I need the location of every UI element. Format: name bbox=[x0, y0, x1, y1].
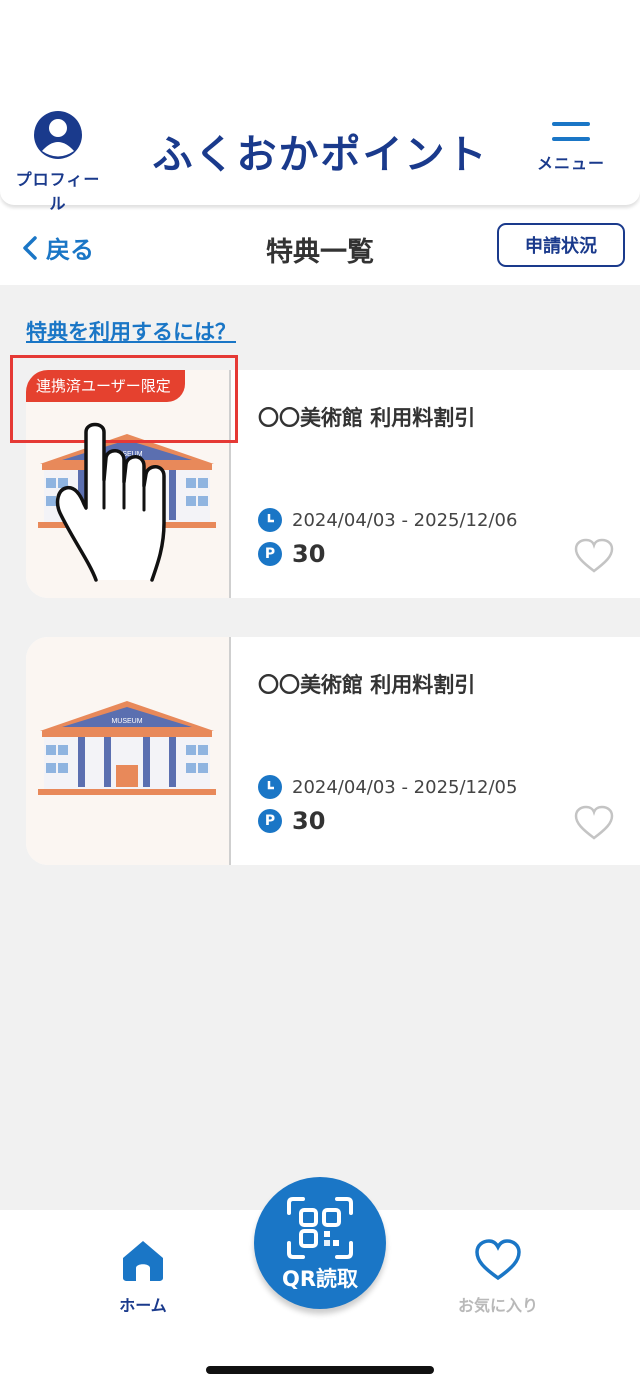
clock-icon bbox=[258, 508, 282, 532]
benefit-period-text: 2024/04/03 - 2025/12/05 bbox=[292, 776, 518, 798]
card-divider bbox=[229, 637, 231, 865]
qr-scan-button[interactable]: QR読取 bbox=[254, 1177, 386, 1309]
benefit-points-value: 30 bbox=[292, 807, 326, 835]
museum-illustration: MUSEUM bbox=[38, 701, 216, 795]
benefit-period: 2024/04/03 - 2025/12/05 bbox=[258, 775, 517, 799]
nav-favorites[interactable]: お気に入り bbox=[448, 1238, 548, 1316]
clock-icon bbox=[258, 775, 282, 799]
qr-scan-icon bbox=[287, 1197, 353, 1259]
benefit-period-text: 2024/04/03 - 2025/12/06 bbox=[292, 509, 518, 531]
app-header: プロフィール ふくおかポイント メニュー bbox=[0, 100, 640, 213]
profile-button[interactable]: プロフィール bbox=[8, 110, 108, 214]
hand-pointer-icon bbox=[55, 422, 166, 582]
point-icon: P bbox=[258, 809, 282, 833]
menu-button[interactable]: メニュー bbox=[530, 122, 612, 174]
benefit-image-area: MUSEUM bbox=[26, 637, 230, 865]
heart-icon[interactable] bbox=[574, 805, 614, 841]
nav-favorites-label: お気に入り bbox=[457, 1296, 538, 1315]
benefit-points-value: 30 bbox=[292, 540, 326, 568]
museum-sign-text: MUSEUM bbox=[111, 718, 142, 725]
benefit-card[interactable]: MUSEUM 〇〇美術館 利用料割引 2024/04/03 - 2025/12/… bbox=[26, 637, 640, 865]
nav-home[interactable]: ホーム bbox=[90, 1238, 196, 1316]
home-indicator bbox=[206, 1366, 434, 1374]
heart-icon[interactable] bbox=[574, 538, 614, 574]
benefit-points: P 30 bbox=[258, 540, 325, 568]
qr-scan-label: QR読取 bbox=[281, 1267, 359, 1291]
heart-icon bbox=[475, 1239, 521, 1281]
point-icon: P bbox=[258, 542, 282, 566]
benefit-period: 2024/04/03 - 2025/12/06 bbox=[258, 508, 517, 532]
app-logo: ふくおかポイント bbox=[152, 132, 489, 178]
sub-navigation: 戻る 特典一覧 申請状況 bbox=[0, 218, 640, 278]
profile-label: プロフィール bbox=[15, 170, 101, 213]
nav-home-label: ホーム bbox=[119, 1296, 167, 1315]
how-to-use-link[interactable]: 特典を利用するには？ bbox=[26, 316, 236, 346]
benefit-title: 〇〇美術館 利用料割引 bbox=[258, 406, 476, 430]
benefit-points: P 30 bbox=[258, 807, 325, 835]
home-icon bbox=[123, 1241, 163, 1281]
benefit-title: 〇〇美術館 利用料割引 bbox=[258, 673, 476, 697]
application-status-button[interactable]: 申請状況 bbox=[497, 223, 625, 267]
menu-label: メニュー bbox=[536, 154, 605, 173]
profile-icon bbox=[34, 111, 82, 159]
menu-icon bbox=[552, 122, 590, 141]
